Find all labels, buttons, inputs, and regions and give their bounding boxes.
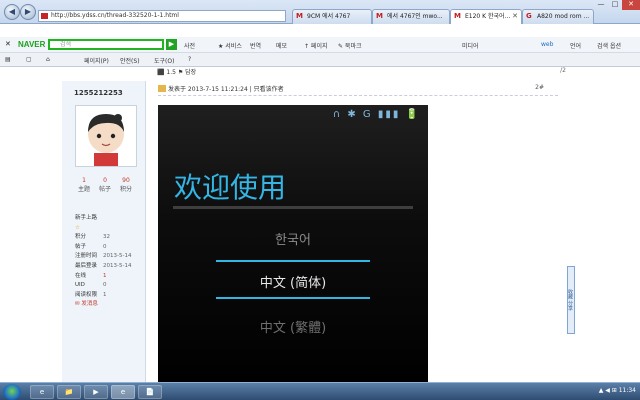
page-indicator: /2 (560, 67, 566, 74)
start-button[interactable] (3, 384, 21, 400)
back-button[interactable]: ◀ (4, 4, 20, 20)
toolbar-item-bookmark[interactable]: ✎ 북마크 (338, 41, 362, 50)
info-row: 在线 1 (75, 272, 107, 279)
title-divider (173, 206, 413, 209)
toolbar-item-dictionary[interactable]: 사전 (184, 41, 195, 50)
welcome-title: 欢迎使用 (174, 171, 287, 204)
naver-logo[interactable]: NAVER (18, 40, 45, 49)
toolbar-item-page[interactable]: ↑ 페이지 (304, 41, 328, 50)
post-meta[interactable]: 发表于 2013-7-15 11:21:24 | 只看该作者 (168, 86, 284, 93)
browser-tab-1[interactable]: M 9CM 에서 4767 (292, 9, 372, 24)
phone-screenshot: ∩ ✱ G ▮▮▮ 🔋 欢迎使用 한국어 中文 (简体) 中文 (繁體) (158, 105, 428, 383)
print-icon[interactable]: ⌂ (46, 56, 50, 63)
tab-label: 9CM 에서 4767 (307, 13, 351, 20)
tab-label: A820 mod rom ... (537, 13, 590, 20)
info-row: 帖子 0 (75, 243, 107, 250)
info-row: 积分 32 (75, 234, 110, 241)
selection-line-top (216, 260, 370, 262)
address-url: http://bbs.ydss.cn/thread-332520-1-1.htm… (51, 12, 179, 19)
naver-toolbar: ✕ NAVER 검색 ▶ 사전 ★ 서비스 번역 메모 ↑ 페이지 ✎ 북마크 … (0, 37, 640, 53)
toolbar-item-web[interactable]: web (541, 41, 553, 48)
info-row: ☆ (75, 224, 80, 231)
taskbar-folder-icon[interactable]: 📁 (57, 385, 81, 399)
taskbar-document-icon[interactable]: 📄 (138, 385, 162, 399)
post-action-row[interactable]: ⬛ 1.5 ⚑ 답장 (157, 67, 196, 76)
taskbar-media-icon[interactable]: ▶ (84, 385, 108, 399)
language-option-korean[interactable]: 한국어 (216, 229, 370, 248)
info-row: 阅读权限 1 (75, 291, 107, 298)
info-row: UID 0 (75, 282, 107, 289)
maximize-button[interactable]: □ (608, 0, 622, 10)
tab-close-icon[interactable]: ✕ (512, 10, 518, 23)
address-bar[interactable]: http://bbs.ydss.cn/thread-332520-1-1.htm… (38, 10, 286, 22)
toolbar-item-language[interactable]: 언어 (570, 41, 581, 50)
tab-favicon-icon: M (454, 12, 461, 20)
tab-label: 에서 4767인 mwo... (387, 13, 443, 20)
avatar[interactable] (75, 105, 137, 167)
stat-topics: 1 主题 (77, 177, 90, 193)
tab-favicon-icon: M (296, 12, 303, 20)
toolbar-item-translate[interactable]: 번역 (250, 41, 261, 50)
windows-taskbar: e 📁 ▶ e 📄 ▲ ◀ ⊞ 11:34 (0, 382, 640, 400)
selection-line-bottom (216, 297, 370, 299)
stat-credits: 90 积分 (119, 177, 132, 193)
tools-menu[interactable]: 도구(O) (154, 56, 174, 65)
system-tray[interactable]: ▲ ◀ ⊞ 11:34 (599, 387, 636, 394)
minimize-button[interactable]: — (594, 0, 608, 10)
avatar-image (88, 114, 124, 166)
post-author-name[interactable]: 1255212253 (74, 89, 123, 97)
toolbar-item-media[interactable]: 미디어 (462, 41, 479, 50)
command-bar: ▤ ▢ ⌂ 페이지(P) 안전(S) 도구(O) ? (0, 53, 640, 67)
share-widget[interactable]: 收藏 分享 (567, 266, 575, 334)
browser-tabbar: ◀ ▶ http://bbs.ydss.cn/thread-332520-1-1… (0, 0, 640, 24)
tab-label: E120 K 한국어... (465, 13, 511, 20)
info-row: 注册时间 2013-5-14 (75, 253, 132, 260)
toolbar-item-service[interactable]: ★ 서비스 (218, 41, 242, 50)
browser-tab-active[interactable]: M E120 K 한국어... ✕ (450, 9, 522, 24)
site-favicon-icon (41, 13, 48, 19)
info-row: 新手上路 (75, 215, 98, 221)
user-panel: 1255212253 1 主题 0 帖子 90 积分 新手上路 ☆ 积分 32 … (62, 81, 146, 383)
help-icon[interactable]: ? (188, 56, 191, 63)
close-window-button[interactable]: ✕ (622, 0, 640, 10)
taskbar-ie-icon[interactable]: e (30, 385, 54, 399)
browser-tab-4[interactable]: G A820 mod rom ... (522, 9, 594, 24)
tab-favicon-icon: G (526, 12, 532, 20)
feeds-icon[interactable]: ▢ (26, 56, 32, 63)
taskbar-ie-active-icon[interactable]: e (111, 385, 135, 399)
window-controls: — □ ✕ (594, 0, 640, 12)
language-option-simplified-chinese[interactable]: 中文 (简体) (216, 272, 370, 291)
toolbar-item-options[interactable]: 검색 옵션 (597, 41, 621, 50)
toolbar-item-memo[interactable]: 메모 (276, 41, 287, 50)
browser-tab-2[interactable]: M 에서 4767인 mwo... (372, 9, 450, 24)
naver-search-button[interactable]: ▶ (166, 39, 177, 50)
tab-favicon-icon: M (376, 12, 383, 20)
close-toolbar-icon[interactable]: ✕ (5, 40, 11, 48)
safety-menu[interactable]: 안전(S) (120, 56, 140, 65)
post-header: 发表于 2013-7-15 11:21:24 | 只看该作者 (158, 84, 558, 96)
stat-posts: 0 帖子 (98, 177, 111, 193)
page-menu[interactable]: 페이지(P) (84, 56, 109, 65)
post-icon (158, 85, 166, 92)
home-icon[interactable]: ▤ (5, 56, 11, 63)
forward-button[interactable]: ▶ (20, 4, 36, 20)
user-info-list: 新手上路 ☆ 积分 32 帖子 0 注册时间 2013-5-14 最后登录 2013-5… (75, 214, 141, 310)
post-number[interactable]: 2# (535, 84, 544, 91)
phone-status-icons: ∩ ✱ G ▮▮▮ 🔋 (332, 109, 420, 120)
info-row: 最后登录 2013-5-14 (75, 262, 132, 269)
send-message-link[interactable]: ✉ 发消息 (75, 300, 141, 310)
naver-search-input[interactable]: 검색 (48, 39, 164, 50)
language-option-traditional-chinese[interactable]: 中文 (繁體) (216, 317, 370, 336)
